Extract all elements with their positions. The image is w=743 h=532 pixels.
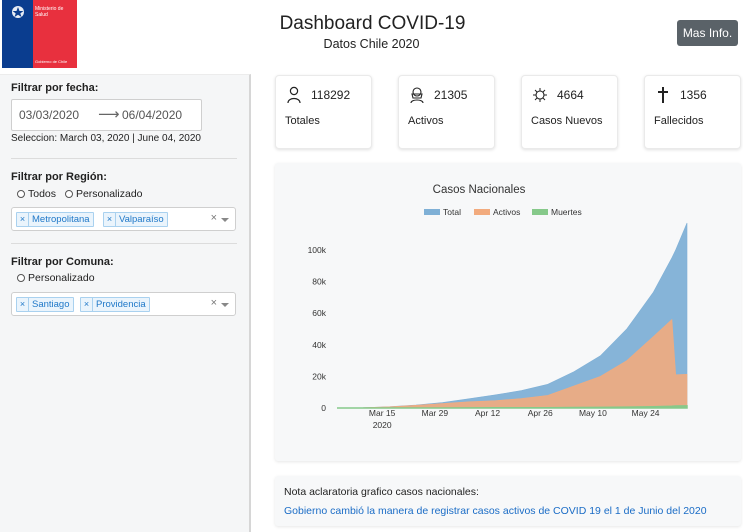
remove-tag-icon[interactable]: ×: [17, 298, 29, 311]
region-filter-label: Filtrar por Región:: [11, 171, 107, 183]
stat-card-total: 118292 Totales: [275, 75, 372, 149]
remove-tag-icon[interactable]: ×: [81, 298, 93, 311]
date-filter-label: Filtrar por fecha:: [11, 82, 99, 94]
radio-circle-icon[interactable]: [17, 190, 25, 198]
area-chart[interactable]: 0 20k 40k 60k 80k 100k Mar 15 Mar 29 Apr 12 Apr 2…: [275, 163, 741, 461]
y-tick-label: 80k: [312, 277, 326, 287]
region-radio-group: Todos Personalizado: [17, 188, 143, 200]
radio-personalizado[interactable]: Personalizado: [64, 188, 143, 200]
stat-card-active: 21305 Activos: [398, 75, 495, 149]
commune-tag: × Santiago: [16, 297, 74, 312]
x-tick-label: May 24: [632, 408, 660, 418]
divider: [11, 243, 237, 244]
stat-value: 4664: [557, 88, 584, 102]
stat-label: Activos: [408, 115, 444, 127]
y-tick-label: 40k: [312, 340, 326, 350]
x-tick-year-label: 2020: [373, 420, 392, 430]
clear-selection-icon[interactable]: ×: [211, 212, 217, 224]
stat-label: Casos Nuevos: [531, 115, 603, 127]
clear-selection-icon[interactable]: ×: [211, 297, 217, 309]
national-cases-chart-panel: Casos Nacionales Total Activos Muertes 0…: [275, 163, 741, 461]
filter-sidebar: Filtrar por fecha: 03/03/2020 ⟶ 06/04/20…: [0, 74, 251, 532]
date-selection-text: Seleccion: March 03, 2020 | June 04, 202…: [11, 133, 201, 144]
end-date-input[interactable]: 06/04/2020: [122, 108, 182, 122]
x-tick-label: Apr 12: [475, 408, 500, 418]
stat-card-deaths: 1356 Fallecidos: [644, 75, 741, 149]
x-tick-label: Apr 26: [528, 408, 553, 418]
commune-radio-group: Personalizado: [17, 272, 95, 284]
y-tick-label: 100k: [308, 245, 327, 255]
commune-multiselect[interactable]: × Santiago × Providencia ×: [11, 292, 236, 316]
x-tick-label: Mar 15: [369, 408, 396, 418]
radio-todos[interactable]: Todos: [17, 188, 56, 200]
virus-icon: [533, 88, 547, 102]
mask-icon: [410, 87, 424, 104]
start-date-input[interactable]: 03/03/2020: [19, 108, 79, 122]
stat-label: Totales: [285, 115, 320, 127]
more-info-button[interactable]: Mas Info.: [677, 20, 738, 46]
radio-circle-icon[interactable]: [64, 190, 73, 198]
commune-tag: × Providencia: [80, 297, 150, 312]
stat-label: Fallecidos: [654, 115, 704, 127]
stat-value: 118292: [311, 88, 351, 102]
commune-filter-label: Filtrar por Comuna:: [11, 256, 114, 268]
stat-value: 1356: [680, 88, 707, 102]
y-tick-label: 0: [321, 403, 326, 413]
stat-card-new: 4664 Casos Nuevos: [521, 75, 618, 149]
radio-circle-icon[interactable]: [17, 274, 25, 282]
person-icon: [287, 86, 301, 104]
radio-personalizado[interactable]: Personalizado: [17, 272, 95, 284]
arrow-right-icon: ⟶: [98, 106, 120, 123]
note-title: Nota aclaratoria grafico casos nacionale…: [284, 486, 479, 498]
page-title: Dashboard COVID-19: [279, 13, 466, 34]
divider: [11, 158, 237, 159]
y-tick-label: 60k: [312, 308, 326, 318]
region-tag: × Metropolitana: [16, 212, 94, 227]
note-panel: Nota aclaratoria grafico casos nacionale…: [275, 476, 741, 526]
region-multiselect[interactable]: × Metropolitana × Valparaíso ×: [11, 207, 236, 231]
note-link[interactable]: Gobierno cambió la manera de registrar c…: [284, 505, 707, 517]
chevron-down-icon[interactable]: [221, 303, 229, 307]
remove-tag-icon[interactable]: ×: [104, 213, 116, 226]
x-tick-label: May 10: [579, 408, 607, 418]
date-range-picker[interactable]: 03/03/2020 ⟶ 06/04/2020: [11, 99, 202, 131]
x-tick-label: Mar 29: [422, 408, 449, 418]
chevron-down-icon[interactable]: [221, 218, 229, 222]
remove-tag-icon[interactable]: ×: [17, 213, 29, 226]
logo-line2: Gobierno de Chile: [35, 59, 68, 64]
page-subtitle: Datos Chile 2020: [323, 37, 420, 51]
y-tick-label: 20k: [312, 371, 326, 381]
cross-icon: [658, 87, 668, 103]
region-tag: × Valparaíso: [103, 212, 168, 227]
stat-value: 21305: [434, 88, 468, 102]
